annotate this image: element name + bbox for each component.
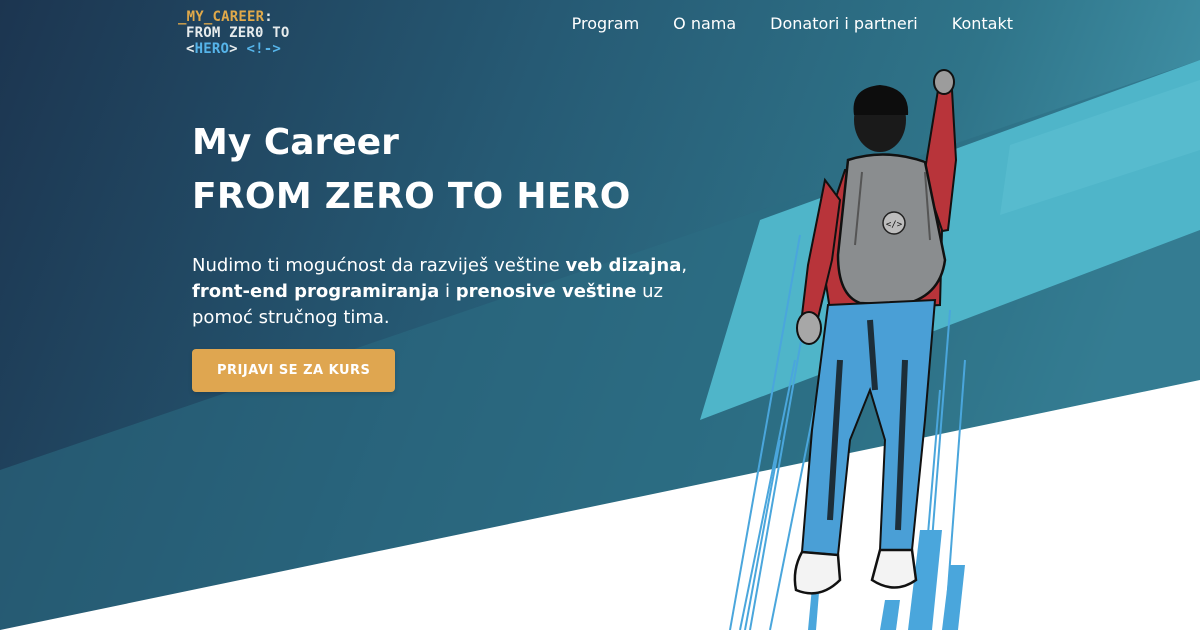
fist — [933, 69, 955, 95]
hero-section: My Career FROM ZERO TO HERO Nudimo ti mo… — [192, 120, 732, 392]
desc-bold-veb-dizajna: veb dizajna — [565, 255, 682, 276]
left-shoe — [793, 550, 842, 595]
code-badge-text: </> — [886, 220, 903, 230]
logo-bracket-close: > — [229, 41, 238, 57]
site-logo[interactable]: _MY_CAREER: FROM ZER0 TO <HERO> <!-> — [178, 9, 290, 57]
hero-illustration: </> — [729, 69, 966, 630]
logo-line2: FROM ZER0 TO — [186, 25, 290, 41]
logo-hero: HERO — [194, 41, 230, 57]
logo-bracket-open: < — [186, 41, 195, 57]
left-hand — [796, 311, 822, 345]
main-nav: Program O nama Donatori i partneri Konta… — [572, 14, 1013, 34]
right-shoe — [870, 548, 918, 589]
desc-bold-front-end: front-end programiranja — [192, 281, 440, 302]
logo-line1: _MY_CAREER — [178, 9, 265, 25]
nav-donatori-i-partneri[interactable]: Donatori i partneri — [770, 14, 918, 34]
site-header: _MY_CAREER: FROM ZER0 TO <HERO> <!-> Pro… — [0, 0, 1200, 64]
hero-description: Nudimo ti mogućnost da razviješ veštine … — [192, 253, 722, 331]
hero-title-line1: My Career — [192, 122, 399, 163]
logo-colon: : — [264, 9, 273, 25]
hero-title-line2: FROM ZERO TO HERO — [192, 176, 631, 217]
desc-text-1: Nudimo ti mogućnost da razviješ veštine — [192, 255, 566, 276]
apply-course-button[interactable]: PRIJAVI SE ZA KURS — [192, 349, 396, 392]
nav-o-nama[interactable]: O nama — [673, 14, 736, 34]
nav-program[interactable]: Program — [572, 14, 640, 34]
nav-kontakt[interactable]: Kontakt — [952, 14, 1013, 34]
desc-text-2: , — [681, 255, 688, 276]
desc-text-3: i — [439, 281, 456, 302]
hair — [853, 85, 909, 115]
desc-bold-prenosive: prenosive veštine — [455, 281, 637, 302]
logo-comment: <!-> — [246, 41, 281, 57]
